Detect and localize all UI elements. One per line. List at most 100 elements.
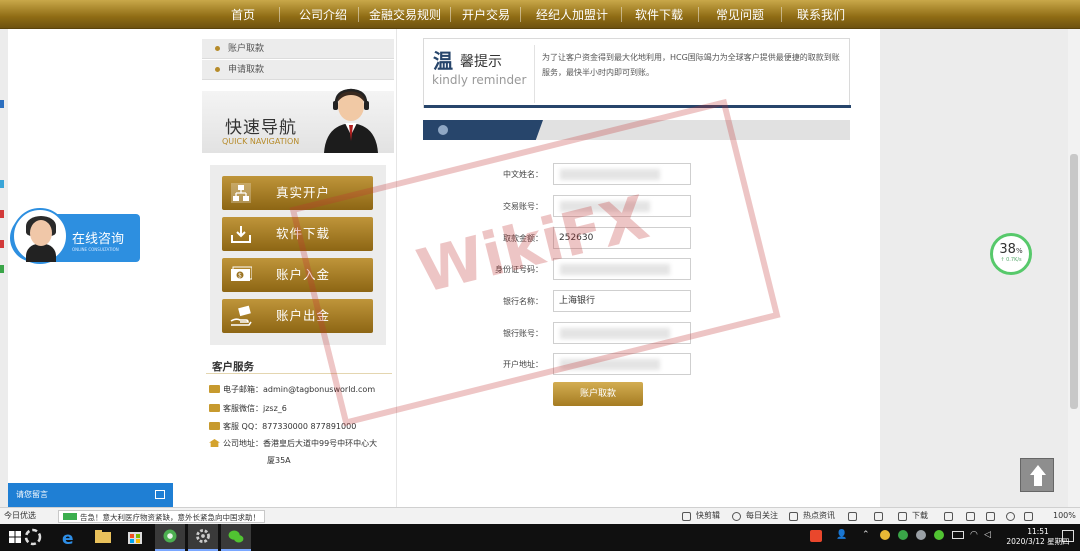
status-hot-news[interactable]: 热点资讯 <box>803 508 835 524</box>
contact-email: 电子邮箱：admin@tagbonusworld.com <box>209 384 375 395</box>
nav-home[interactable]: 首页 <box>228 0 258 29</box>
account-withdraw-button[interactable]: 账户出金 <box>222 299 373 333</box>
open-real-account-button[interactable]: 真实开户 <box>222 176 373 210</box>
edge-browser-icon[interactable]: e <box>54 524 84 551</box>
status-download[interactable]: 下载 <box>912 508 928 524</box>
withdraw-submit-button[interactable]: 账户取款 <box>553 382 643 406</box>
user-tray-icon[interactable]: 👤 <box>836 530 847 540</box>
gear-app-icon[interactable] <box>188 524 218 551</box>
speed-percent: 38% <box>993 242 1029 257</box>
withdraw-amount-field[interactable]: 252630 <box>553 227 691 249</box>
nav-faq[interactable]: 常见问题 <box>715 0 765 29</box>
daily-focus-icon[interactable] <box>732 512 741 521</box>
reminder-text: 为了让客户资金得到最大化地利用，HCG国际竭力为全球客户提供最便捷的取款到账服务… <box>542 53 840 77</box>
wechat-tray-icon[interactable] <box>934 530 944 540</box>
battery-icon[interactable] <box>952 531 964 539</box>
svg-text:e: e <box>62 529 74 549</box>
windows-taskbar: e 👤 ⌃ ◠ ◁ <box>0 524 1080 551</box>
browser-360-icon[interactable] <box>155 524 185 551</box>
sidebar-item-apply-withdraw[interactable]: 申请取款 <box>202 60 394 80</box>
contact-address-text: 公司地址：香港皇后大道中99号中环中心大 <box>223 439 378 448</box>
withdraw-form-header <box>423 120 850 140</box>
pin-icon[interactable] <box>874 512 883 521</box>
leave-message-bar[interactable]: 请您留言 <box>8 483 173 507</box>
button-label: 真实开户 <box>276 185 331 200</box>
download-tray-icon <box>231 226 251 243</box>
reset-icon[interactable] <box>966 512 975 521</box>
zoom-icon[interactable] <box>1006 512 1015 521</box>
software-download-button[interactable]: 软件下载 <box>222 217 373 251</box>
maximize-icon[interactable] <box>155 490 165 499</box>
label-trading-account: 交易账号： <box>503 202 543 211</box>
wechat-app-icon[interactable] <box>221 524 251 551</box>
button-label: 账户出金 <box>276 308 331 323</box>
antivirus-tray-icon[interactable] <box>810 530 822 542</box>
nav-company-intro[interactable]: 公司介绍 <box>298 0 348 29</box>
label-bank-account: 银行账号： <box>503 329 543 338</box>
id-number-field[interactable] <box>553 258 691 280</box>
trading-account-field[interactable] <box>553 195 691 217</box>
status-zoom-level[interactable]: 100% <box>1053 508 1076 524</box>
tray-app-icon[interactable] <box>898 530 908 540</box>
nav-open-account[interactable]: 开户交易 <box>461 0 511 29</box>
label-chinese-name: 中文姓名： <box>503 170 543 179</box>
nav-software-download[interactable]: 软件下载 <box>634 0 684 29</box>
nav-trading-rules[interactable]: 金融交易规则 <box>369 0 441 29</box>
kindly-reminder-box: 温 馨提示 kindly reminder 为了让客户资金得到最大化地利用，HC… <box>423 38 851 108</box>
store-icon[interactable] <box>120 524 150 551</box>
edge-marker <box>0 180 4 188</box>
tray-app-icon[interactable] <box>880 530 890 540</box>
chevron-up-icon[interactable]: ⌃ <box>862 530 870 540</box>
quick-nav-subtitle: QUICK NAVIGATION <box>222 137 300 146</box>
taskbar-clock[interactable]: 11:51 2020/3/12 星期四 <box>1003 527 1073 547</box>
back-to-top-button[interactable] <box>1020 458 1054 492</box>
chat-label: 在线咨询 <box>72 232 125 247</box>
screenshot-icon[interactable] <box>848 512 857 521</box>
file-explorer-icon[interactable] <box>88 524 118 551</box>
settings-icon[interactable] <box>1024 512 1033 521</box>
bank-name-field[interactable]: 上海银行 <box>553 290 691 312</box>
redacted-value <box>560 264 670 275</box>
news-ticker[interactable]: 告急！意大利医疗物资紧缺，意外长紧急向中国求助！ <box>58 510 265 523</box>
download-icon[interactable] <box>898 512 907 521</box>
chinese-name-field[interactable] <box>553 163 691 185</box>
nav-broker-program[interactable]: 经纪人加盟计划 <box>532 0 612 52</box>
wifi-icon[interactable]: ◠ <box>970 530 978 540</box>
volume-icon[interactable] <box>986 512 995 521</box>
tray-app-icon[interactable] <box>916 530 926 540</box>
home-icon <box>209 439 220 447</box>
account-tree-icon <box>231 183 251 203</box>
status-today-picks[interactable]: 今日优选 <box>4 508 36 524</box>
consultant-avatar <box>12 208 68 264</box>
status-quick-clip[interactable]: 快剪辑 <box>696 508 720 524</box>
edge-marker <box>0 240 4 248</box>
window-icon[interactable] <box>944 512 953 521</box>
bank-address-field[interactable] <box>553 353 691 375</box>
contact-email-text: 电子邮箱：admin@tagbonusworld.com <box>223 385 376 394</box>
nav-divider <box>621 7 622 22</box>
bullet-icon <box>215 46 220 51</box>
speaker-icon[interactable]: ◁ <box>984 530 991 540</box>
bank-account-field[interactable] <box>553 322 691 344</box>
wechat-icon <box>209 404 220 412</box>
contact-address-line2: 厦35A <box>267 456 291 465</box>
network-speed-indicator[interactable]: 38% ↑ 0.7K/s <box>990 233 1032 275</box>
account-deposit-button[interactable]: $ 账户入金 <box>222 258 373 292</box>
status-daily-focus[interactable]: 每日关注 <box>746 508 778 524</box>
page-scrollbar[interactable] <box>1068 29 1080 507</box>
hot-news-icon[interactable] <box>789 512 798 521</box>
sidebar-item-account-withdraw[interactable]: 账户取款 <box>202 39 394 59</box>
video-clip-icon[interactable] <box>682 512 691 521</box>
nav-contact-us[interactable]: 联系我们 <box>796 0 846 29</box>
scrollbar-thumb[interactable] <box>1070 154 1078 409</box>
pinwheel-app-icon[interactable] <box>18 524 48 551</box>
edge-marker <box>0 265 4 273</box>
customer-agent-icon <box>324 88 378 153</box>
online-consultation-button[interactable]: 在线咨询 ONLINE CONSULTATION <box>10 208 140 264</box>
clock-time: 11:51 <box>1027 527 1049 536</box>
left-edge-strip <box>0 100 4 280</box>
nav-divider <box>450 7 451 22</box>
redacted-value <box>560 201 650 212</box>
cash-deposit-icon: $ <box>231 266 252 281</box>
clock-date: 2020/3/12 星期四 <box>1006 537 1070 546</box>
